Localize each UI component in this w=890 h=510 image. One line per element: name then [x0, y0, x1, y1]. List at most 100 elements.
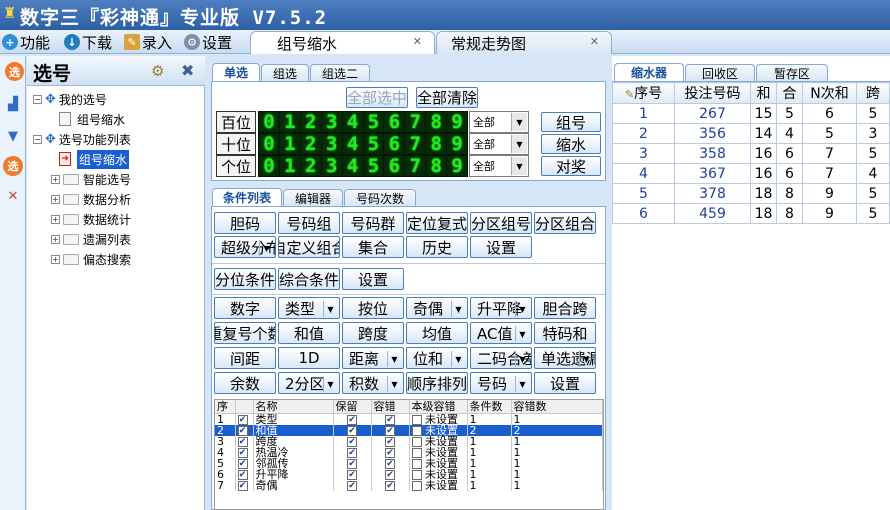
tab-group[interactable]: 组选: [261, 64, 309, 82]
keep-checkbox[interactable]: ✔: [347, 436, 357, 447]
condition-dropdown-button[interactable]: AC值 ▼: [470, 322, 532, 344]
column-header[interactable]: 跨: [856, 82, 890, 104]
tab-editor[interactable]: 编辑器: [283, 189, 343, 207]
condition-button[interactable]: 跨度: [342, 322, 404, 344]
digit-toggle[interactable]: 6: [384, 111, 405, 133]
level-tolerance-checkbox[interactable]: [411, 414, 422, 425]
keep-checkbox[interactable]: ✔: [347, 480, 357, 491]
digit-toggle[interactable]: 9: [447, 111, 468, 133]
condition-button[interactable]: 按位: [342, 297, 404, 319]
enable-checkbox[interactable]: ✔: [237, 447, 248, 458]
condition-button[interactable]: 胆合跨: [534, 297, 596, 319]
enable-checkbox[interactable]: ✔: [237, 480, 248, 491]
expand-icon[interactable]: +: [51, 234, 60, 244]
digit-toggle[interactable]: 5: [363, 155, 384, 177]
condition-button[interactable]: 号码群: [342, 212, 404, 234]
digit-toggle[interactable]: 9: [447, 155, 468, 177]
keep-checkbox[interactable]: ✔: [347, 469, 357, 480]
condition-button[interactable]: 和值: [278, 322, 340, 344]
condition-dropdown-button[interactable]: 位和 ▼: [406, 347, 468, 369]
close-icon[interactable]: ✕: [590, 35, 599, 48]
digit-toggle[interactable]: 8: [426, 155, 447, 177]
table-row[interactable]: 7 ✔ 奇偶 ✔ ✔ 未设置 1 1: [215, 479, 603, 491]
table-row[interactable]: 2 356 14 4 5 3: [612, 123, 890, 144]
menu-function[interactable]: + 功能: [2, 32, 50, 52]
menu-settings[interactable]: ⚙ 设置: [184, 32, 232, 52]
tab-group-shrink[interactable]: 组号缩水 ✕: [250, 31, 435, 54]
select-all-button[interactable]: 全部选中: [346, 87, 408, 108]
tolerance-checkbox[interactable]: ✔: [385, 414, 395, 425]
select-icon[interactable]: 选: [3, 156, 23, 176]
condition-dropdown-button[interactable]: 二码合差 ▼: [470, 347, 532, 369]
condition-button[interactable]: 顺序排列: [406, 372, 468, 394]
condition-button[interactable]: 分位条件: [214, 268, 276, 290]
condition-button[interactable]: 设置: [534, 372, 596, 394]
gear-icon[interactable]: ⚙: [151, 62, 164, 80]
level-tolerance-checkbox[interactable]: [411, 447, 422, 458]
tab-recycle[interactable]: 回收区: [685, 64, 755, 82]
condition-button[interactable]: 均值: [406, 322, 468, 344]
condition-button[interactable]: 1D: [278, 347, 340, 369]
enable-checkbox[interactable]: ✔: [237, 436, 248, 447]
column-header[interactable]: 容错: [371, 400, 410, 414]
enable-checkbox[interactable]: ✔: [237, 414, 248, 425]
digit-toggle[interactable]: 9: [447, 133, 468, 155]
digit-toggle[interactable]: 8: [426, 111, 447, 133]
table-row[interactable]: 6 459 18 8 9 5: [612, 203, 890, 224]
tab-single[interactable]: 单选: [212, 63, 260, 81]
table-row[interactable]: 1 267 15 5 6 5: [612, 103, 890, 124]
level-tolerance-checkbox[interactable]: [411, 458, 422, 469]
enable-checkbox[interactable]: ✔: [237, 469, 248, 480]
tens-filter-select[interactable]: 全部 ▼: [469, 133, 529, 155]
digit-toggle[interactable]: 3: [321, 111, 342, 133]
column-header[interactable]: 合: [776, 82, 803, 104]
tolerance-checkbox[interactable]: ✔: [385, 447, 395, 458]
digit-toggle[interactable]: 0: [259, 133, 279, 155]
digit-toggle[interactable]: 3: [321, 155, 342, 177]
expand-icon[interactable]: +: [51, 174, 60, 184]
menu-download[interactable]: ↓ 下载: [64, 32, 112, 52]
tree-item-my-picks[interactable]: − ✥ 我的选号: [33, 89, 203, 109]
condition-dropdown-button[interactable]: 距离 ▼: [342, 347, 404, 369]
condition-button[interactable]: 数字: [214, 297, 276, 319]
tab-staging[interactable]: 暂存区: [756, 64, 828, 82]
digit-toggle[interactable]: 2: [300, 133, 321, 155]
keep-checkbox[interactable]: ✔: [347, 425, 357, 436]
table-row[interactable]: 3 ✔ 跨度 ✔ ✔ 未设置 1 1: [215, 435, 603, 447]
enable-checkbox[interactable]: ✔: [237, 425, 248, 436]
condition-button[interactable]: 设置: [342, 268, 404, 290]
enable-checkbox[interactable]: ✔: [237, 458, 248, 469]
close-icon[interactable]: ✖: [181, 61, 194, 80]
keep-checkbox[interactable]: ✔: [347, 447, 357, 458]
condition-dropdown-button[interactable]: 2分区 ▼: [278, 372, 340, 394]
condition-button[interactable]: 间距: [214, 347, 276, 369]
chart-icon[interactable]: ▟: [3, 94, 23, 114]
check-prize-button[interactable]: 对奖: [541, 156, 601, 176]
digit-toggle[interactable]: 8: [426, 133, 447, 155]
condition-button[interactable]: 分区组合: [534, 212, 596, 234]
level-tolerance-checkbox[interactable]: [411, 480, 422, 491]
column-header[interactable]: 名称: [253, 400, 334, 414]
tree-item-function-list[interactable]: − ✥ 选号功能列表: [33, 129, 203, 149]
condition-button[interactable]: 综合条件: [278, 268, 340, 290]
table-row[interactable]: 5 ✔ 邻孤传 ✔ ✔ 未设置 1 1: [215, 457, 603, 469]
condition-button[interactable]: 集合: [342, 236, 404, 258]
tree-item-missing-list[interactable]: + 遗漏列表: [33, 229, 203, 249]
column-header-index[interactable]: ✎序号: [612, 82, 675, 104]
digit-toggle[interactable]: 4: [342, 111, 363, 133]
tools-icon[interactable]: ✕: [3, 186, 23, 206]
column-header[interactable]: 容错数: [511, 400, 603, 414]
condition-button[interactable]: 历史: [406, 236, 468, 258]
keep-checkbox[interactable]: ✔: [347, 414, 357, 425]
tab-trend-chart[interactable]: 常规走势图 ✕: [436, 31, 612, 54]
tree-item-data-stats[interactable]: + 数据统计: [33, 209, 203, 229]
collapse-icon[interactable]: −: [33, 134, 42, 144]
column-header[interactable]: 投注号码: [674, 82, 751, 104]
expand-icon[interactable]: +: [51, 214, 60, 224]
tree-item-smart-pick[interactable]: + 智能选号: [33, 169, 203, 189]
digit-toggle[interactable]: 4: [342, 133, 363, 155]
table-row[interactable]: 2 ✔ 和值 ✔ ✔ 未设置 2 2: [215, 424, 603, 436]
digit-toggle[interactable]: 2: [300, 155, 321, 177]
condition-dropdown-button[interactable]: 积数 ▼: [342, 372, 404, 394]
condition-button[interactable]: 号码组: [278, 212, 340, 234]
